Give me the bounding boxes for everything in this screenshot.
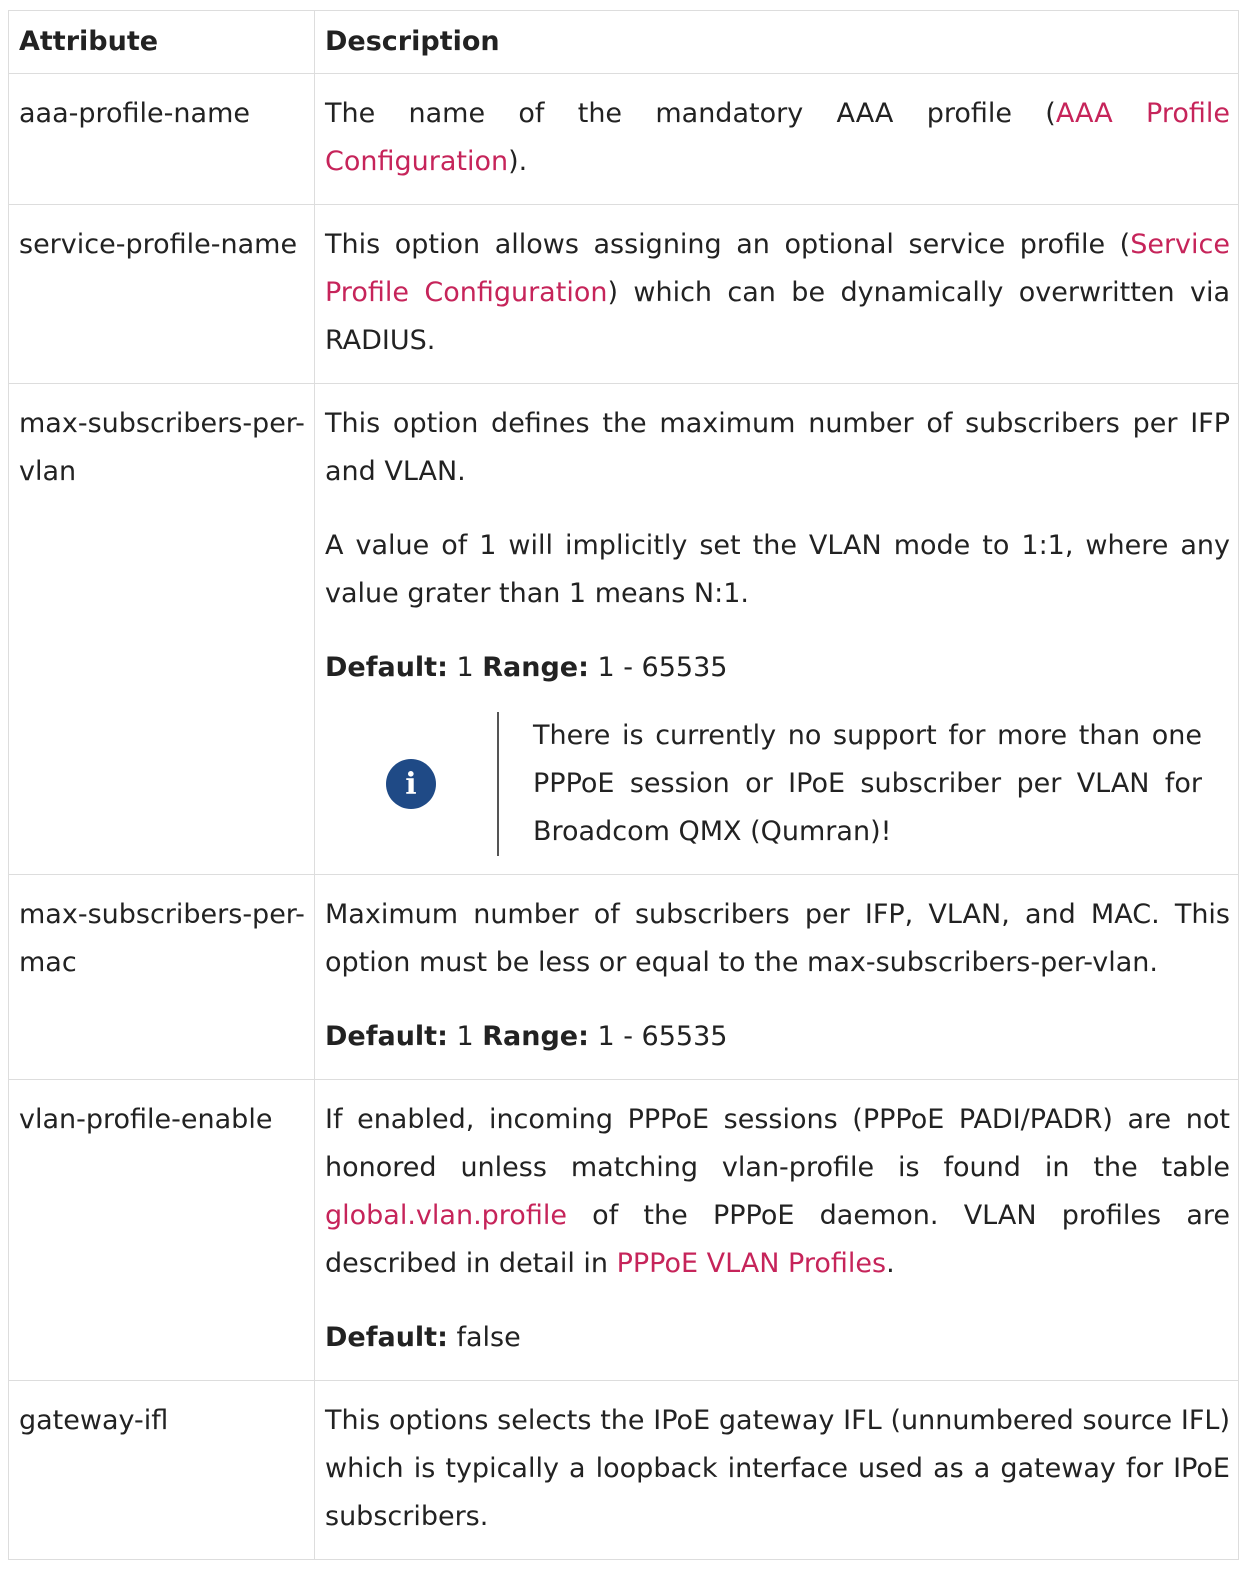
attribute-cell: aaa-profile-name [8, 73, 315, 205]
table-row: vlan-profile-enable If enabled, incoming… [8, 1079, 1239, 1381]
description-cell: If enabled, incoming PPPoE sessions (PPP… [314, 1079, 1239, 1381]
header-description: Description [314, 10, 1239, 74]
attribute-cell: vlan-profile-enable [8, 1079, 315, 1381]
vlan-profile-table-link[interactable]: global.vlan.profile [325, 1200, 567, 1231]
description-cell: Maximum number of subscribers per IFP, V… [314, 874, 1239, 1080]
table-header-row: Attribute Description [8, 10, 1239, 74]
table-row: aaa-profile-name The name of the mandato… [8, 73, 1239, 205]
table-row: max-subscribers-per-vlan This option def… [8, 383, 1239, 875]
pppoe-vlan-profiles-link[interactable]: PPPoE VLAN Profiles [617, 1248, 886, 1279]
header-attribute: Attribute [8, 10, 315, 74]
attribute-table: Attribute Description aaa-profile-name T… [8, 10, 1239, 1560]
table-row: gateway-ifl This options selects the IPo… [8, 1380, 1239, 1560]
attribute-cell: max-subscribers-per-mac [8, 874, 315, 1080]
description-cell: This options selects the IPoE gateway IF… [314, 1380, 1239, 1560]
info-icon: i [386, 759, 436, 809]
table-row: max-subscribers-per-mac Maximum number o… [8, 874, 1239, 1080]
description-cell: The name of the mandatory AAA profile (A… [314, 73, 1239, 205]
description-cell: This option defines the maximum number o… [314, 383, 1239, 875]
attribute-cell: max-subscribers-per-vlan [8, 383, 315, 875]
info-admonition: i There is currently no support for more… [325, 712, 1230, 856]
table-row: service-profile-name This option allows … [8, 204, 1239, 384]
attribute-cell: gateway-ifl [8, 1380, 315, 1560]
attribute-cell: service-profile-name [8, 204, 315, 384]
description-cell: This option allows assigning an optional… [314, 204, 1239, 384]
admonition-divider [497, 712, 499, 856]
admonition-text: There is currently no support for more t… [533, 720, 1202, 847]
